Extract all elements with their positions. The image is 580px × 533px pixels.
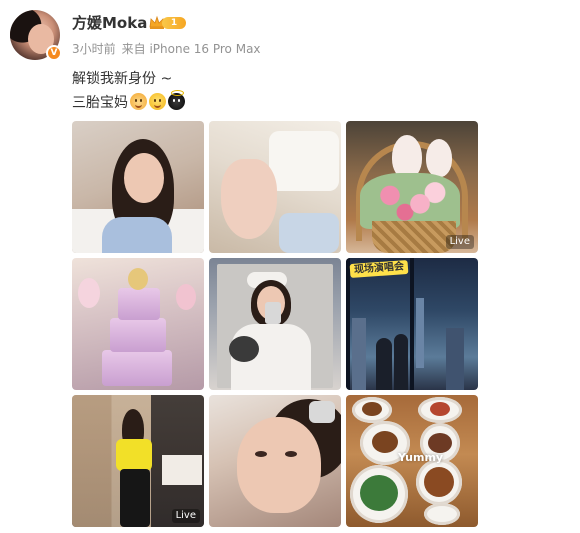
username[interactable]: 方媛Moka xyxy=(72,12,147,33)
verified-icon: V xyxy=(46,45,62,61)
baby-face-emoji-icon xyxy=(130,93,147,110)
photo-baby-foot[interactable] xyxy=(209,121,341,253)
post-text-line-2-label: 三胎宝妈 xyxy=(72,95,128,111)
photo-meal-tray[interactable]: Yummy xyxy=(346,395,478,527)
member-badge[interactable]: 1 xyxy=(148,14,186,31)
photo-mirror-selfie-with-baby[interactable] xyxy=(209,258,341,390)
post-text-line-2: 三胎宝妈 xyxy=(72,90,185,112)
angel-emoji-icon xyxy=(168,90,185,110)
weibo-post: V 方媛Moka 1 3小时前 来自 iPhone 16 Pro Max 解锁我新… xyxy=(0,0,580,533)
post-text-line-1: 解锁我新身份 ~ xyxy=(72,71,173,87)
post-meta: 3小时前 来自 iPhone 16 Pro Max xyxy=(72,40,267,57)
photo-birthday-cake[interactable] xyxy=(72,258,204,390)
live-badge: Live xyxy=(445,235,474,249)
smile-emoji-icon xyxy=(149,93,166,110)
concert-tag: 现场演唱会 xyxy=(349,259,409,279)
member-level-badge: 1 xyxy=(162,17,186,29)
post-source: 来自 iPhone 16 Pro Max xyxy=(121,42,261,56)
post-time[interactable]: 3小时前 xyxy=(72,42,116,56)
photo-city-night-window[interactable]: 现场演唱会 xyxy=(346,258,478,390)
live-badge: Live xyxy=(171,509,200,523)
photo-grid: Live 现场演唱会 Live Yummy xyxy=(72,121,478,527)
photo-yellow-top-mirror-selfie[interactable]: Live xyxy=(72,395,204,527)
photo-flower-basket-bunnies[interactable]: Live xyxy=(346,121,478,253)
photo-closeup-selfie[interactable] xyxy=(209,395,341,527)
yummy-caption: Yummy xyxy=(398,451,444,464)
photo-selfie-bedroom[interactable] xyxy=(72,121,204,253)
